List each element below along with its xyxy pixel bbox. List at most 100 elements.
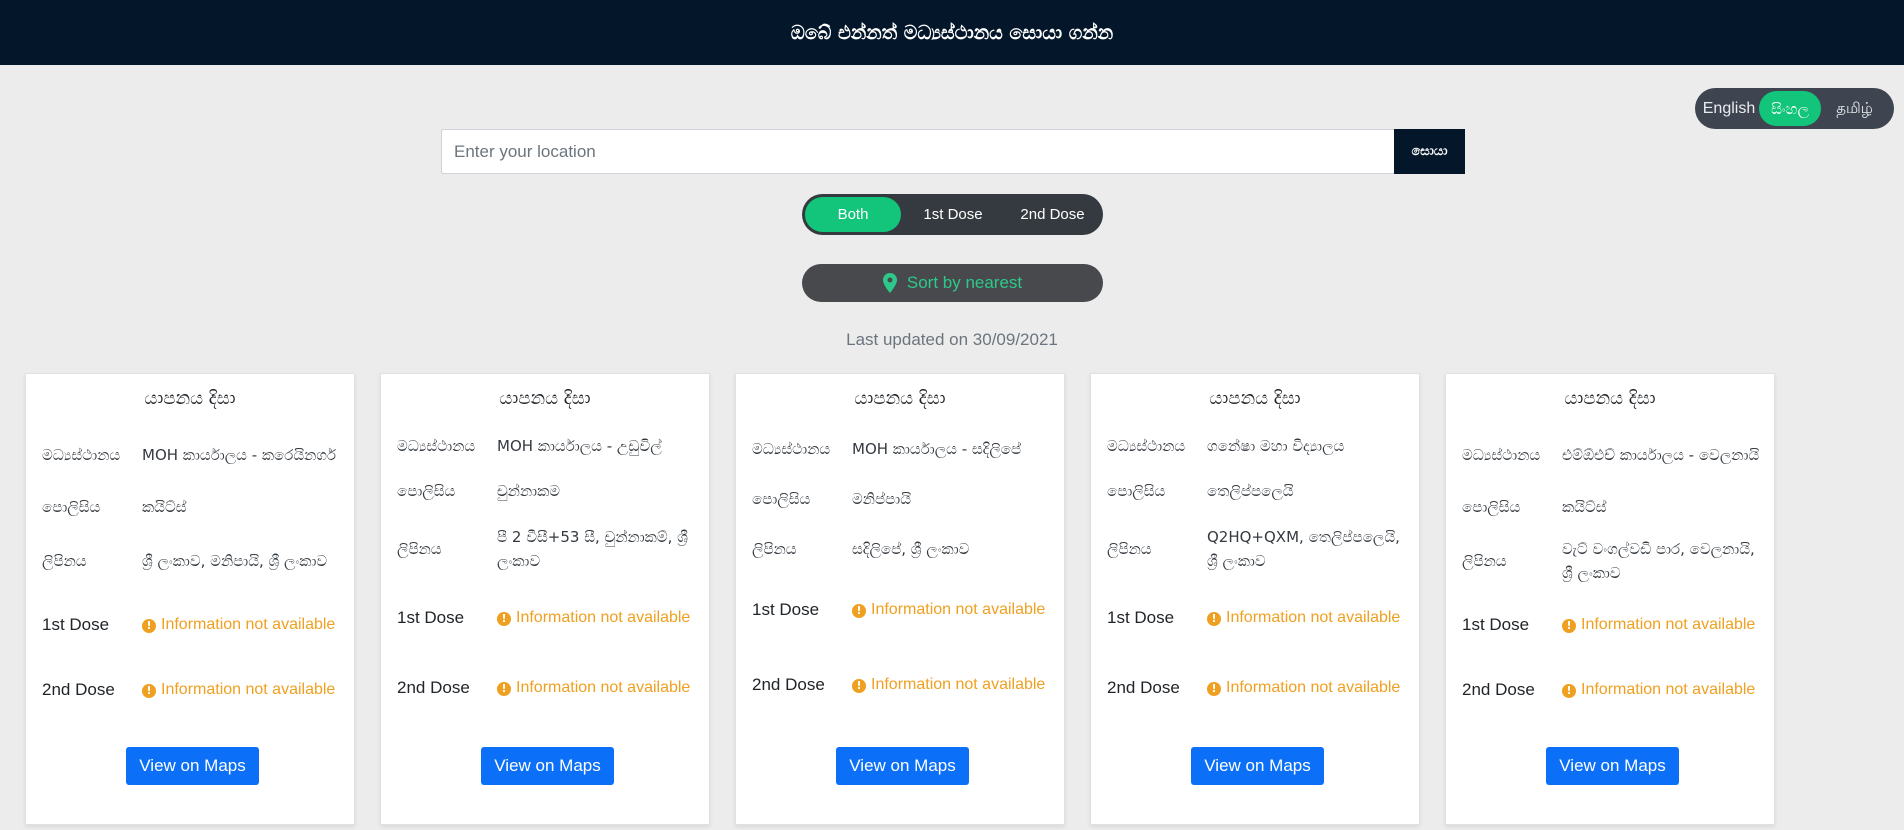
dose2-status: ! Information not available <box>1562 678 1762 702</box>
police-row: පොලිසිය මනිප්පායි <box>752 475 1052 523</box>
police-value: මනිප්පායි <box>852 490 911 508</box>
dose-filter-first[interactable]: 1st Dose <box>901 197 1005 232</box>
address-value: පී 2 වීසී+53 සී, චුන්නාකම්, ශ්‍රී ලංකාව <box>497 528 688 570</box>
address-label: ලිපිනය <box>1462 552 1507 570</box>
dose1-label: 1st Dose <box>42 615 110 634</box>
police-label: පොලිසිය <box>752 490 811 508</box>
address-row: ලිපිනය වැට් වංගල්වඩි පාර, වෙලනායි, ශ්‍රී… <box>1462 537 1762 585</box>
dose1-label: 1st Dose <box>1462 615 1530 634</box>
dose-filter-both[interactable]: Both <box>805 197 901 232</box>
police-row: පොලිසිය තෙලිප්පලෙයි <box>1107 467 1407 515</box>
view-on-maps-button[interactable]: View on Maps <box>836 747 969 785</box>
dose1-status: ! Information not available <box>497 606 697 630</box>
dose1-status-text: Information not available <box>871 601 1046 618</box>
center-card: යාපනය දිසා මධ්‍යස්ථානය ගනේෂා මහා විද්‍යා… <box>1090 373 1420 825</box>
location-search-input[interactable] <box>441 129 1394 174</box>
dose1-status: ! Information not available <box>142 613 342 637</box>
address-value: සදිලිපේ, ශ්‍රී ලංකාව <box>852 540 970 558</box>
warning-icon: ! <box>142 619 156 633</box>
view-on-maps-button[interactable]: View on Maps <box>481 747 614 785</box>
dose2-status: ! Information not available <box>1207 676 1407 700</box>
dose2-status: ! Information not available <box>142 678 342 702</box>
dose1-row: 1st Dose ! Information not available <box>1462 601 1762 649</box>
center-label: මධ්‍යස්ථානය <box>1462 446 1541 464</box>
district-title: යාපනය දිසා <box>1209 388 1301 409</box>
warning-icon: ! <box>1562 619 1576 633</box>
dose2-label: 2nd Dose <box>42 680 115 699</box>
dose2-label: 2nd Dose <box>1107 678 1180 697</box>
lang-sinhala-button[interactable]: සිංහල <box>1759 91 1821 126</box>
warning-icon: ! <box>497 682 511 696</box>
warning-icon: ! <box>497 612 511 626</box>
dose2-label: 2nd Dose <box>397 678 470 697</box>
dose2-status-text: Information not available <box>871 676 1046 693</box>
center-value: ගනේෂා මහා විද්‍යාලය <box>1207 437 1345 455</box>
center-label: මධ්‍යස්ථානය <box>397 437 476 455</box>
center-row: මධ්‍යස්ථානය MOH කාර්යාලය - උඩුවිල් <box>397 422 697 470</box>
district-title: යාපනය දිසා <box>1564 388 1656 409</box>
center-row: මධ්‍යස්ථානය එම්ඕඑච් කාර්යාලය - වෙලනායි <box>1462 431 1762 479</box>
dose1-status: ! Information not available <box>1562 613 1762 637</box>
view-on-maps-button[interactable]: View on Maps <box>1191 747 1324 785</box>
district-title: යාපනය දිසා <box>144 388 236 409</box>
page-title: ඔබේ එන්නත් මධ්‍යස්ථානය සොයා ගන්න <box>790 21 1114 44</box>
center-card: යාපනය දිසා මධ්‍යස්ථානය MOH කාර්යාලය - උඩ… <box>380 373 710 825</box>
lang-english-button[interactable]: English <box>1699 91 1759 126</box>
dose2-status-text: Information not available <box>161 681 336 698</box>
center-value: MOH කාර්යාලය - උඩුවිල් <box>497 437 662 455</box>
address-label: ලිපිනය <box>752 540 797 558</box>
dose2-row: 2nd Dose ! Information not available <box>752 661 1052 709</box>
dose1-status-text: Information not available <box>1226 609 1401 626</box>
sort-nearest-button[interactable]: Sort by nearest <box>802 264 1103 302</box>
center-value: MOH කාර්යාලය - කරෙයිනගර් <box>142 446 337 464</box>
dose1-status: ! Information not available <box>852 598 1052 622</box>
address-row: ලිපිනය සදිලිපේ, ශ්‍රී ලංකාව <box>752 525 1052 573</box>
center-label: මධ්‍යස්ථානය <box>1107 437 1186 455</box>
dose2-label: 2nd Dose <box>752 675 825 694</box>
dose1-status-text: Information not available <box>161 616 336 633</box>
center-value: MOH කාර්යාලය - සදිලිපේ <box>852 440 1022 458</box>
police-row: පොලිසිය කයිට්ස් <box>1462 483 1762 531</box>
dose2-label: 2nd Dose <box>1462 680 1535 699</box>
center-card: යාපනය දිසා මධ්‍යස්ථානය එම්ඕඑච් කාර්යාලය … <box>1445 373 1775 825</box>
address-label: ලිපිනය <box>42 552 87 570</box>
address-value: වැට් වංගල්වඩි පාර, වෙලනායි, ශ්‍රී ලංකාව <box>1562 540 1755 582</box>
dose1-status: ! Information not available <box>1207 606 1407 630</box>
dose2-row: 2nd Dose ! Information not available <box>397 664 697 712</box>
district-title: යාපනය දිසා <box>499 388 591 409</box>
warning-icon: ! <box>1562 684 1576 698</box>
police-label: පොලිසිය <box>1107 482 1166 500</box>
police-value: කයිට්ස් <box>142 498 187 516</box>
map-pin-icon <box>882 273 897 293</box>
center-label: මධ්‍යස්ථානය <box>752 440 831 458</box>
center-row: මධ්‍යස්ථානය MOH කාර්යාලය - සදිලිපේ <box>752 425 1052 473</box>
dose2-status-text: Information not available <box>1581 681 1756 698</box>
warning-icon: ! <box>852 604 866 618</box>
dose2-status-text: Information not available <box>516 679 691 696</box>
address-value: ශ්‍රී ලංකාව, මනිපායි, ශ්‍රී ලංකාව <box>142 552 328 570</box>
view-on-maps-button[interactable]: View on Maps <box>126 747 259 785</box>
center-label: මධ්‍යස්ථානය <box>42 446 121 464</box>
dose1-label: 1st Dose <box>752 600 820 619</box>
police-value: චුන්නාකම <box>497 482 561 500</box>
district-title: යාපනය දිසා <box>854 388 946 409</box>
warning-icon: ! <box>1207 612 1221 626</box>
dose1-status-text: Information not available <box>516 609 691 626</box>
dose1-label: 1st Dose <box>1107 608 1175 627</box>
dose-filter-second[interactable]: 2nd Dose <box>1005 197 1100 232</box>
dose1-row: 1st Dose ! Information not available <box>752 586 1052 634</box>
dose2-row: 2nd Dose ! Information not available <box>42 666 342 714</box>
dose2-status-text: Information not available <box>1226 679 1401 696</box>
center-value: එම්ඕඑච් කාර්යාලය - වෙලනායි <box>1562 446 1760 464</box>
dose2-row: 2nd Dose ! Information not available <box>1107 664 1407 712</box>
dose1-row: 1st Dose ! Information not available <box>397 594 697 642</box>
search-button[interactable]: සොයා <box>1394 129 1465 174</box>
address-label: ලිපිනය <box>1107 540 1152 558</box>
dose1-status-text: Information not available <box>1581 616 1756 633</box>
lang-tamil-button[interactable]: தமிழ் <box>1821 91 1888 126</box>
address-label: ලිපිනය <box>397 540 442 558</box>
center-card: යාපනය දිසා මධ්‍යස්ථානය MOH කාර්යාලය - කර… <box>25 373 355 825</box>
view-on-maps-button[interactable]: View on Maps <box>1546 747 1679 785</box>
police-label: පොලිසිය <box>397 482 456 500</box>
top-navbar: ඔබේ එන්නත් මධ්‍යස්ථානය සොයා ගන්න <box>0 0 1904 65</box>
